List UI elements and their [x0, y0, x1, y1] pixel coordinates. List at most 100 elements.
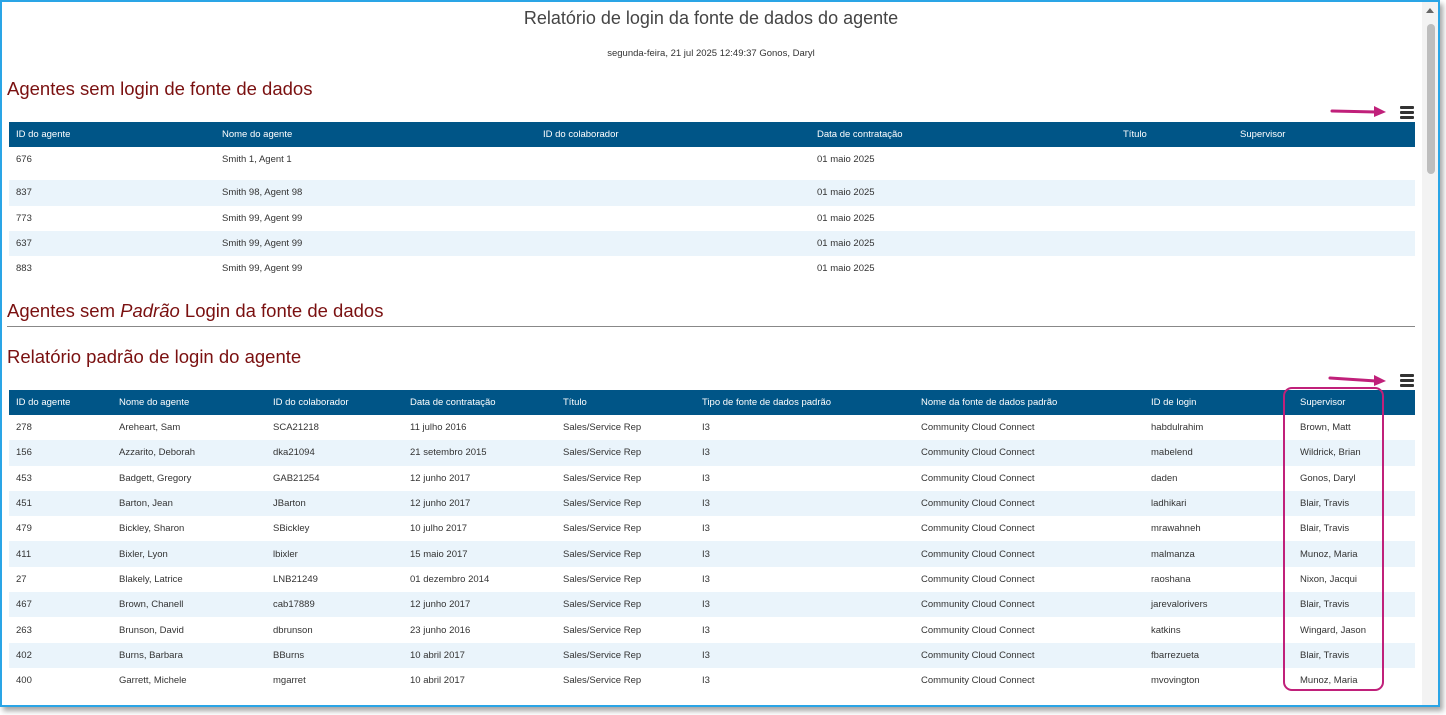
section-divider [7, 326, 1415, 327]
table-cell: Brown, Chanell [119, 599, 184, 611]
table-cell: SBickley [273, 523, 310, 535]
table-cell: Burns, Barbara [119, 649, 183, 661]
table-row[interactable]: 883 Smith 99, Agent 99 01 maio 2025 [9, 256, 1415, 282]
table-row[interactable]: 411 Bixler, Lyon lbixler 15 maio 2017 Sales/… [9, 541, 1415, 567]
column-header[interactable]: Título [556, 390, 695, 415]
table-cell: Nixon, Jacqui [1300, 573, 1358, 585]
table-cell: 837 [16, 187, 32, 199]
column-header[interactable]: Data de contratação [810, 122, 1116, 147]
table-cell: Sales/Service Rep [563, 599, 642, 611]
table-cell: mvovington [1151, 675, 1200, 687]
table-header-row: ID do agente Nome do agente ID do colabora… [9, 390, 1415, 415]
column-header[interactable]: Tipo de fonte de dados padrão [695, 390, 914, 415]
table-cell: Sales/Service Rep [563, 472, 642, 484]
table-cell: Sales/Service Rep [563, 548, 642, 560]
table-row[interactable]: 837 Smith 98, Agent 98 01 maio 2025 [9, 180, 1415, 206]
table-row[interactable]: 637 Smith 99, Agent 99 01 maio 2025 [9, 230, 1415, 257]
table-cell: Smith 99, Agent 99 [222, 212, 303, 224]
column-header[interactable]: ID do colaborador [536, 122, 810, 147]
table-cell: Azzarito, Deborah [119, 447, 196, 459]
table-cell: Community Cloud Connect [921, 422, 1035, 434]
table-row[interactable]: 27 Blakely, Latrice LNB21249 01 dezembro 20… [9, 566, 1415, 593]
table-cell: 451 [16, 498, 32, 510]
table-cell: 676 [16, 154, 32, 166]
table2-menu-icon[interactable] [1400, 374, 1414, 387]
table-cell: Blakely, Latrice [119, 573, 183, 585]
table-cell [1116, 231, 1233, 256]
table-cell: Munoz, Maria [1300, 675, 1358, 687]
table-cell: Community Cloud Connect [921, 599, 1035, 611]
table-cell: Community Cloud Connect [921, 675, 1035, 687]
table-cell: 12 junho 2017 [410, 498, 471, 510]
table1-menu-icon[interactable] [1400, 106, 1414, 119]
table-cell: Gonos, Daryl [1300, 472, 1356, 484]
table-cell: I3 [702, 422, 710, 434]
table-cell [1233, 180, 1415, 205]
table-cell [1233, 256, 1415, 281]
table-cell: Community Cloud Connect [921, 624, 1035, 636]
table-row[interactable]: 278 Areheart, Sam SCA21218 11 julho 2016 Sal… [9, 415, 1415, 441]
vertical-scrollbar[interactable] [1422, 2, 1438, 705]
table-cell: lbixler [273, 548, 298, 560]
section-title-part: Login da fonte de dados [179, 300, 384, 321]
arrow-annotation-icon [1328, 375, 1386, 386]
column-header[interactable]: ID de login [1144, 390, 1293, 415]
column-header[interactable]: Nome do agente [112, 390, 266, 415]
table-cell: 637 [16, 238, 32, 250]
table-no-login: ID do agente Nome do agente ID do colabora… [9, 122, 1415, 282]
table-cell: 10 julho 2017 [410, 523, 468, 535]
column-header[interactable]: Nome do agente [215, 122, 536, 147]
table-cell [536, 231, 810, 256]
column-header[interactable]: ID do colaborador [266, 390, 403, 415]
column-header[interactable]: Nome da fonte de dados padrão [914, 390, 1144, 415]
scroll-thumb[interactable] [1427, 24, 1435, 174]
table-cell: raoshana [1151, 573, 1191, 585]
table-cell [1116, 180, 1233, 205]
table-row[interactable]: 156 Azzarito, Deborah dka21094 21 setembro … [9, 440, 1415, 466]
table-cell: Sales/Service Rep [563, 422, 642, 434]
column-header[interactable]: Supervisor [1293, 390, 1415, 415]
table-cell: JBarton [273, 498, 306, 510]
table-cell: Community Cloud Connect [921, 548, 1035, 560]
table-cell: 23 junho 2016 [410, 624, 471, 636]
table-cell: 263 [16, 624, 32, 636]
table-row[interactable]: 479 Bickley, Sharon SBickley 10 julho 2017 S… [9, 516, 1415, 542]
column-header[interactable]: ID do agente [9, 390, 112, 415]
table-cell: Munoz, Maria [1300, 548, 1358, 560]
table-row[interactable]: 773 Smith 99, Agent 99 01 maio 2025 [9, 205, 1415, 231]
table-cell: 01 maio 2025 [817, 238, 875, 250]
table-cell: dbrunson [273, 624, 313, 636]
table-cell: 01 maio 2025 [817, 187, 875, 199]
table-cell: 400 [16, 675, 32, 687]
table-row[interactable]: 676 Smith 1, Agent 1 01 maio 2025 [9, 147, 1415, 173]
table-cell: 10 abril 2017 [410, 675, 465, 687]
table-cell: Community Cloud Connect [921, 498, 1035, 510]
table-cell: I3 [702, 573, 710, 585]
table-cell: 479 [16, 523, 32, 535]
table-cell: Sales/Service Rep [563, 675, 642, 687]
table-cell: Sales/Service Rep [563, 523, 642, 535]
table-row[interactable]: 400 Garrett, Michele mgarret 10 abril 2017 S… [9, 667, 1415, 694]
table-row[interactable]: 263 Brunson, David dbrunson 23 junho 2016 Sa… [9, 617, 1415, 643]
table-cell: Community Cloud Connect [921, 447, 1035, 459]
table-cell: Wingard, Jason [1300, 624, 1367, 636]
table-cell: Brunson, David [119, 624, 184, 636]
table-cell: I3 [702, 498, 710, 510]
table-cell: 21 setembro 2015 [410, 447, 487, 459]
table-row[interactable]: 451 Barton, Jean JBarton 12 junho 2017 Sales… [9, 490, 1415, 517]
column-header[interactable]: Título [1116, 122, 1233, 147]
column-header[interactable]: Supervisor [1233, 122, 1415, 147]
column-header[interactable]: ID do agente [9, 122, 215, 147]
table-cell: 278 [16, 422, 32, 434]
table-row[interactable]: 453 Badgett, Gregory GAB21254 12 junho 2017… [9, 465, 1415, 491]
table-row[interactable]: 467 Brown, Chanell cab17889 12 junho 2017 Sa… [9, 592, 1415, 618]
table-default-login: ID do agente Nome do agente ID do colabora… [9, 390, 1415, 694]
table-cell: 01 maio 2025 [817, 263, 875, 275]
table-cell: Brown, Matt [1300, 422, 1351, 434]
table-cell: 467 [16, 599, 32, 611]
scroll-up-icon[interactable] [1426, 8, 1434, 13]
column-header[interactable]: Data de contratação [403, 390, 556, 415]
table-cell: daden [1151, 472, 1178, 484]
table-cell: Sales/Service Rep [563, 498, 642, 510]
table-row[interactable]: 402 Burns, Barbara BBurns 10 abril 2017 Sale… [9, 642, 1415, 668]
